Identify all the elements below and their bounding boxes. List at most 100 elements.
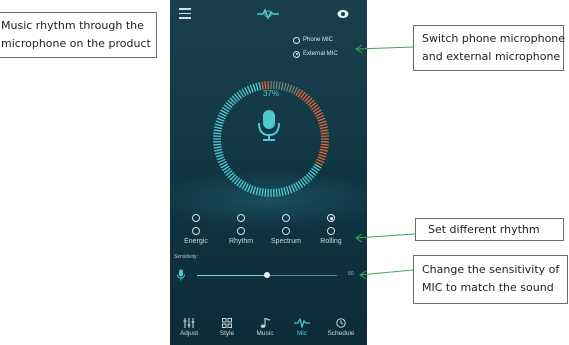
ring-tick [319, 148, 328, 152]
phone-screen: Phone MIC External MIC 37% Energic Rhyth… [170, 0, 367, 345]
eye-icon[interactable] [337, 9, 349, 19]
ring-tick [280, 187, 284, 196]
ring-tick [320, 132, 329, 135]
tab-label: Music [256, 330, 274, 337]
ring-tick [215, 153, 224, 158]
sliders-icon [183, 318, 195, 328]
ring-tick [213, 129, 222, 132]
waveform-icon [294, 318, 310, 328]
rhythm-option-spectrum[interactable]: Spectrum [266, 214, 306, 245]
ring-tick [255, 187, 259, 196]
radio-button[interactable] [237, 214, 245, 222]
sensitivity-slider-row: 50 [170, 265, 367, 285]
sensitivity-label: Sensitivity: [174, 254, 198, 260]
ring-tick [215, 120, 224, 125]
ring-tick [217, 158, 226, 164]
tab-mic[interactable]: Mic [284, 318, 320, 337]
ring-tick [288, 185, 293, 194]
ring-tick [283, 187, 287, 196]
ring-tick [213, 132, 222, 135]
sensitivity-value: 50 [348, 271, 354, 277]
callout-set-rhythm: Set different rhythm [415, 218, 564, 241]
bottom-tab-bar: Adjust Style Music Mic Schedule [170, 315, 367, 345]
rhythm-label: Rhythm [228, 238, 254, 245]
callout-switch-mic: Switch phone microphone and external mic… [413, 25, 566, 71]
radio-button[interactable] [293, 36, 300, 44]
rhythm-label: Spectrum [271, 238, 301, 245]
ring-tick [261, 188, 264, 197]
callout-line: microphone on the product [1, 37, 151, 50]
ring-tick [320, 129, 329, 132]
ring-tick [316, 158, 325, 164]
rhythm-option-energic[interactable]: Energic [176, 214, 216, 245]
music-note-icon [260, 318, 270, 328]
tab-style[interactable]: Style [209, 318, 245, 337]
ring-tick [214, 123, 223, 127]
ring-tick [214, 151, 223, 155]
ring-tick [317, 156, 326, 161]
radio-button-selected[interactable] [327, 214, 335, 222]
ring-tick [246, 184, 252, 193]
ring-tick [290, 184, 296, 193]
tab-adjust[interactable]: Adjust [171, 318, 207, 337]
ring-tick [258, 187, 262, 196]
ring-tick [216, 156, 225, 161]
mic-option-label: Phone MIC [303, 37, 334, 43]
ring-tick [217, 114, 226, 120]
clock-icon [336, 318, 346, 328]
ring-tick [318, 153, 327, 158]
sensitivity-fill [197, 275, 267, 276]
tab-label: Schedule [327, 330, 355, 337]
ring-tick [275, 188, 278, 197]
ring-tick [278, 188, 281, 197]
ring-tick [252, 186, 257, 195]
ring-tick [216, 117, 225, 122]
microphone-icon [177, 269, 185, 281]
tab-music[interactable]: Music [247, 318, 283, 337]
ring-tick [249, 185, 254, 194]
top-bar [170, 0, 367, 28]
ring-tick [214, 126, 223, 130]
ring-tick [213, 146, 222, 149]
callout-line: Change the sensitivity of [422, 263, 560, 276]
radio-button[interactable] [192, 227, 200, 235]
radio-button-selected[interactable] [293, 50, 300, 58]
callout-line: Set different rhythm [428, 223, 540, 236]
callout-line: Music rhythm through the [1, 19, 144, 32]
radio-button[interactable] [237, 227, 245, 235]
mic-option-phone[interactable]: Phone MIC [293, 35, 333, 45]
ring-tick [319, 126, 328, 130]
callout-sensitivity: Change the sensitivity of MIC to match t… [413, 255, 568, 304]
callout-line: MIC to match the sound [422, 281, 554, 294]
ring-tick [316, 114, 325, 120]
radio-button[interactable] [327, 227, 335, 235]
callout-music-rhythm: Music rhythm through the microphone on t… [0, 12, 157, 58]
ring-tick [213, 143, 222, 146]
ring-tick [285, 186, 290, 195]
ring-tick [290, 85, 296, 94]
ring-tick [319, 123, 328, 127]
tab-schedule[interactable]: Schedule [323, 318, 359, 337]
rhythm-option-rolling[interactable]: Rolling [311, 214, 351, 245]
arrow-sensitivity [359, 269, 414, 280]
ring-tick [317, 117, 326, 122]
rhythm-option-rhythm[interactable]: Rhythm [221, 214, 261, 245]
tab-label: Mic [296, 330, 308, 337]
radio-button[interactable] [282, 227, 290, 235]
ring-tick [264, 188, 267, 197]
mic-option-external[interactable]: External MIC [293, 49, 338, 59]
ring-tick [318, 120, 327, 125]
ring-tick [319, 151, 328, 155]
ring-tick [320, 146, 329, 149]
waveform-logo-icon [257, 8, 279, 20]
radio-button[interactable] [282, 214, 290, 222]
ring-tick [320, 143, 329, 146]
level-percent: 37% [262, 89, 279, 98]
tab-label: Adjust [179, 330, 199, 337]
microphone-icon[interactable] [253, 108, 285, 142]
sensitivity-slider-thumb[interactable] [264, 272, 270, 278]
menu-icon[interactable] [179, 8, 191, 19]
callout-line: Switch phone microphone [422, 32, 566, 45]
radio-button[interactable] [192, 214, 200, 222]
tab-label: Style [219, 330, 235, 337]
